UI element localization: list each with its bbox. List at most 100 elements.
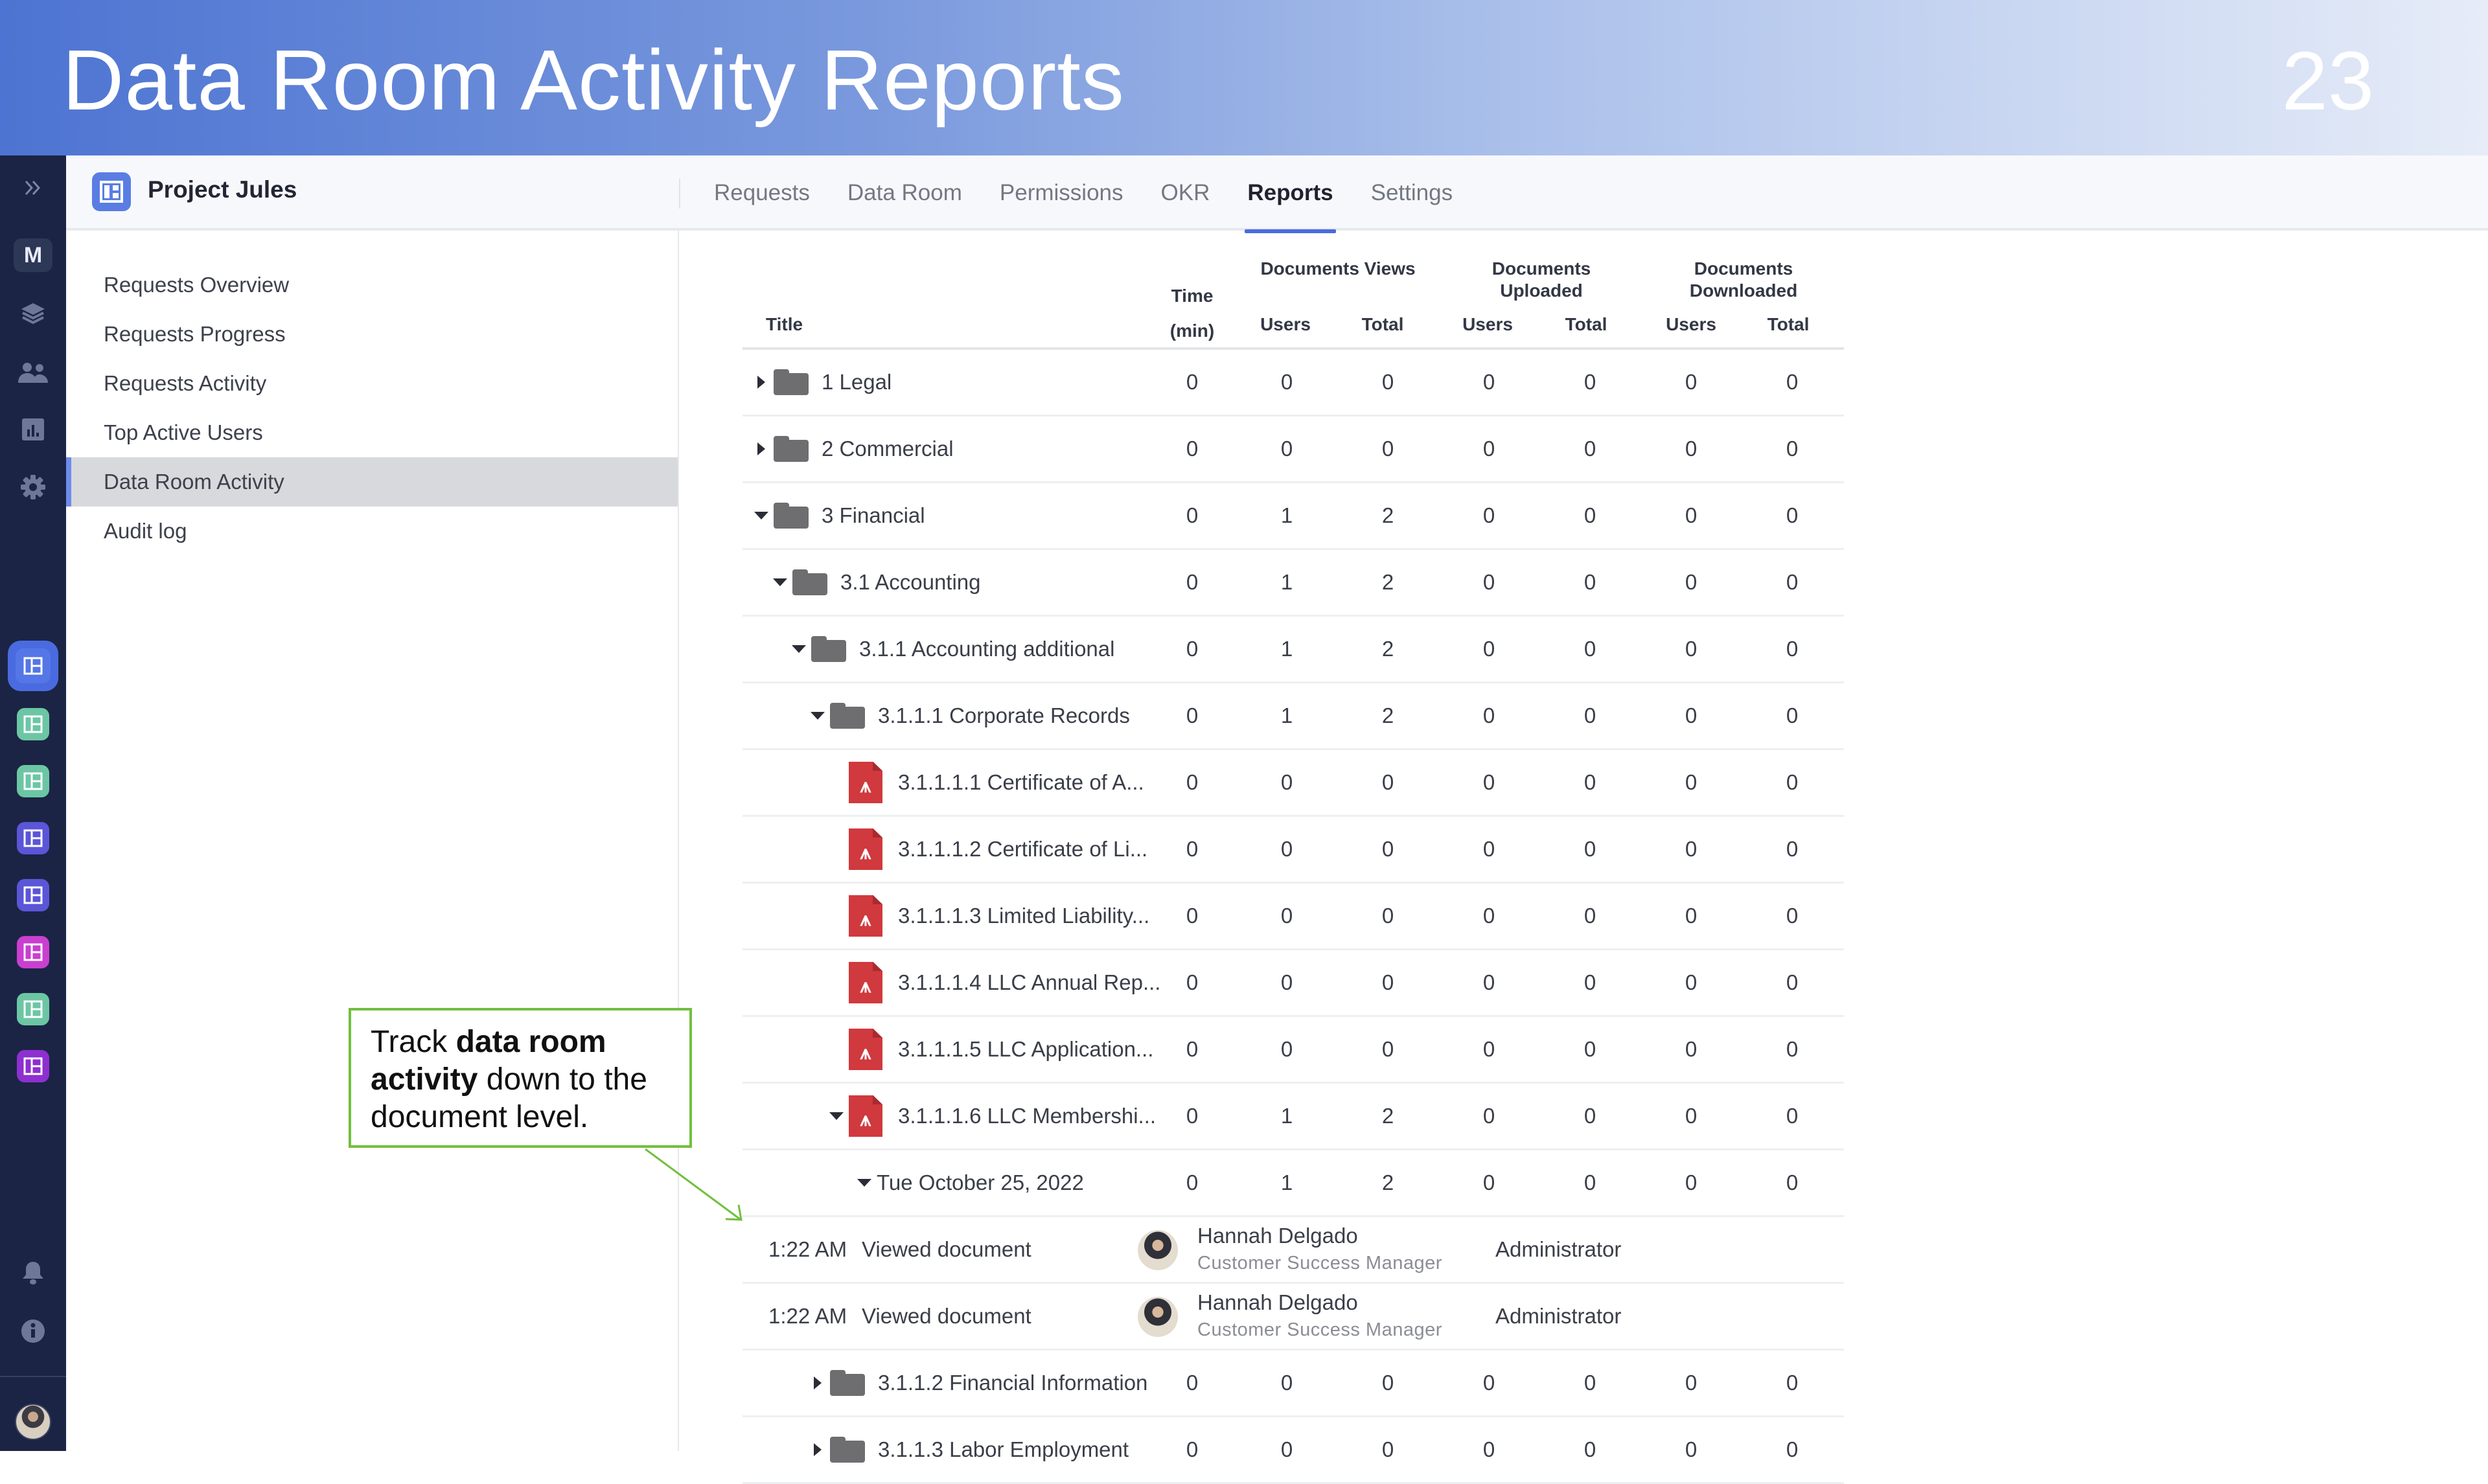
views-total-cell: 0 <box>1381 904 1394 928</box>
user-job-title: Customer Success Manager <box>1197 1253 1442 1273</box>
row-title[interactable]: ⩚ 3.1.1.1.4 LLC Annual Rep... <box>827 950 1160 1015</box>
row-title[interactable]: 3.1.1.2 Financial Information <box>808 1351 1147 1415</box>
pdf-icon: ⩚ <box>849 1029 882 1070</box>
app-icon-7[interactable] <box>0 991 66 1027</box>
table-row[interactable]: ⩚ 3.1.1.1.3 Limited Liability... 0 0 0 0 0 0 0 <box>743 884 1844 950</box>
row-title[interactable]: 3.1 Accounting <box>770 550 981 615</box>
bell-icon[interactable] <box>0 1257 66 1289</box>
app-icon-1[interactable] <box>0 640 66 692</box>
row-title[interactable]: 1 Legal <box>752 350 892 415</box>
app-icon-4[interactable] <box>0 820 66 856</box>
uploaded-total-cell: 0 <box>1584 570 1596 594</box>
expand-caret-icon[interactable] <box>808 1440 827 1459</box>
downloaded-total-cell: 0 <box>1786 1170 1799 1194</box>
uploaded-users-cell: 0 <box>1482 637 1495 661</box>
app-icon-3[interactable] <box>0 763 66 799</box>
col-header-uploaded-total[interactable]: Total <box>1560 314 1612 336</box>
workspace-switcher[interactable]: M <box>0 237 66 273</box>
row-title[interactable]: ⩚ 3.1.1.1.5 LLC Application... <box>827 1017 1153 1082</box>
row-title[interactable]: 3 Financial <box>752 483 925 548</box>
table-row[interactable]: Tue October 25, 2022 0 1 2 0 0 0 0 <box>743 1150 1844 1217</box>
app-icon-6[interactable] <box>0 934 66 970</box>
uploaded-users-cell: 0 <box>1482 1037 1495 1061</box>
table-row[interactable]: ⩚ 3.1.1.1.2 Certificate of Li... 0 0 0 0 0 0 0 <box>743 817 1844 884</box>
expand-caret-icon[interactable] <box>752 439 771 459</box>
row-title[interactable]: ⩚ 3.1.1.1.3 Limited Liability... <box>827 884 1149 948</box>
tab-data-room[interactable]: Data Room <box>847 155 962 231</box>
users-icon[interactable] <box>0 356 66 389</box>
uploaded-total-cell: 0 <box>1584 1170 1596 1194</box>
tab-permissions[interactable]: Permissions <box>1000 155 1123 231</box>
sidebar-item-top-active-users[interactable]: Top Active Users <box>66 408 678 457</box>
views-users-cell: 0 <box>1280 904 1293 928</box>
row-title[interactable]: 2 Commercial <box>752 417 954 481</box>
table-row[interactable]: ⩚ 3.1.1.1.4 LLC Annual Rep... 0 0 0 0 0 0 0 <box>743 950 1844 1017</box>
downloaded-users-cell: 0 <box>1685 370 1698 394</box>
collapse-caret-icon[interactable] <box>855 1173 874 1193</box>
table-row[interactable]: ⩚ 3.1.1.1.6 LLC Membershi... 0 1 2 0 0 0 0 <box>743 1084 1844 1150</box>
tab-requests[interactable]: Requests <box>714 155 810 231</box>
time-min-cell: 0 <box>1186 1037 1199 1061</box>
sidebar-item-requests-overview[interactable]: Requests Overview <box>66 260 678 310</box>
user-avatar[interactable] <box>0 1399 66 1444</box>
sidebar-item-requests-activity[interactable]: Requests Activity <box>66 359 678 408</box>
collapse-caret-icon[interactable] <box>752 506 771 525</box>
collapse-caret-icon[interactable] <box>770 573 790 592</box>
app-icon-8[interactable] <box>0 1048 66 1084</box>
tab-okr[interactable]: OKR <box>1161 155 1210 231</box>
activity-row[interactable]: 1:22 AM Viewed document Hannah Delgado Cust… <box>743 1217 1844 1284</box>
uploaded-total-cell: 0 <box>1584 503 1596 527</box>
gear-icon[interactable] <box>0 470 66 504</box>
row-title[interactable]: ⩚ 3.1.1.1.1 Certificate of A... <box>827 750 1144 815</box>
row-title[interactable]: ⩚ 3.1.1.1.6 LLC Membershi... <box>827 1084 1156 1148</box>
row-title[interactable]: 3.1.1.3 Labor Employment <box>808 1417 1129 1482</box>
collapse-caret-icon[interactable] <box>827 1106 846 1126</box>
table-row[interactable]: 3.1.1.1 Corporate Records 0 1 2 0 0 0 0 <box>743 683 1844 750</box>
tab-settings[interactable]: Settings <box>1371 155 1453 231</box>
tab-reports[interactable]: Reports <box>1245 155 1336 233</box>
info-icon[interactable] <box>0 1315 66 1347</box>
downloaded-users-cell: 0 <box>1685 1437 1698 1461</box>
row-title[interactable]: 3.1.1.1 Corporate Records <box>808 683 1130 748</box>
table-row[interactable]: 3 Financial 0 1 2 0 0 0 0 <box>743 483 1844 550</box>
activity-row[interactable]: 1:22 AM Viewed document Hannah Delgado Cust… <box>743 1284 1844 1351</box>
expand-caret-icon[interactable] <box>808 1373 827 1393</box>
table-row[interactable]: ⩚ 3.1.1.1.5 LLC Application... 0 0 0 0 0 0 0 <box>743 1017 1844 1084</box>
table-row[interactable]: 3.1.1 Accounting additional 0 1 2 0 0 0 0 <box>743 617 1844 683</box>
col-header-uploaded-users[interactable]: Users <box>1462 314 1514 336</box>
workspace-initial: M <box>14 238 52 272</box>
app-icon-5[interactable] <box>0 877 66 913</box>
expand-caret-icon[interactable] <box>752 372 771 392</box>
chart-icon[interactable] <box>0 413 66 446</box>
views-total-cell: 2 <box>1381 570 1394 594</box>
row-title[interactable]: Tue October 25, 2022 <box>855 1150 1084 1215</box>
table-row[interactable]: 3.1.1.2 Financial Information 0 0 0 0 0 0 0 <box>743 1351 1844 1417</box>
downloaded-users-cell: 0 <box>1685 904 1698 928</box>
col-header-title[interactable]: Title <box>766 314 803 336</box>
table-row[interactable]: 1 Legal 0 0 0 0 0 0 0 <box>743 350 1844 417</box>
uploaded-users-cell: 0 <box>1482 570 1495 594</box>
views-total-cell: 2 <box>1381 1104 1394 1128</box>
sidebar-item-data-room-activity[interactable]: Data Room Activity <box>66 457 678 507</box>
uploaded-users-cell: 0 <box>1482 904 1495 928</box>
expand-icon[interactable] <box>0 175 66 201</box>
col-header-views-total[interactable]: Total <box>1357 314 1409 336</box>
table-row[interactable]: ⩚ 3.1.1.1.1 Certificate of A... 0 0 0 0 0 0 0 <box>743 750 1844 817</box>
table-row[interactable]: 2 Commercial 0 0 0 0 0 0 0 <box>743 417 1844 483</box>
sidebar-item-audit-log[interactable]: Audit log <box>66 507 678 556</box>
col-header-downloaded-total[interactable]: Total <box>1762 314 1814 336</box>
collapse-caret-icon[interactable] <box>789 639 809 659</box>
col-header-time[interactable]: Time (min) <box>1160 285 1225 342</box>
table-row[interactable]: 3.1 Accounting 0 1 2 0 0 0 0 <box>743 550 1844 617</box>
col-header-downloaded-users[interactable]: Users <box>1665 314 1717 336</box>
uploaded-total-cell: 0 <box>1584 370 1596 394</box>
downloaded-users-cell: 0 <box>1685 837 1698 861</box>
row-title[interactable]: 3.1.1 Accounting additional <box>789 617 1114 681</box>
col-header-views-users[interactable]: Users <box>1260 314 1311 336</box>
layers-icon[interactable] <box>0 298 66 330</box>
app-icon-2[interactable] <box>0 706 66 742</box>
sidebar-item-requests-progress[interactable]: Requests Progress <box>66 310 678 359</box>
row-title[interactable]: ⩚ 3.1.1.1.2 Certificate of Li... <box>827 817 1147 882</box>
collapse-caret-icon[interactable] <box>808 706 827 725</box>
views-users-cell: 1 <box>1280 703 1293 727</box>
